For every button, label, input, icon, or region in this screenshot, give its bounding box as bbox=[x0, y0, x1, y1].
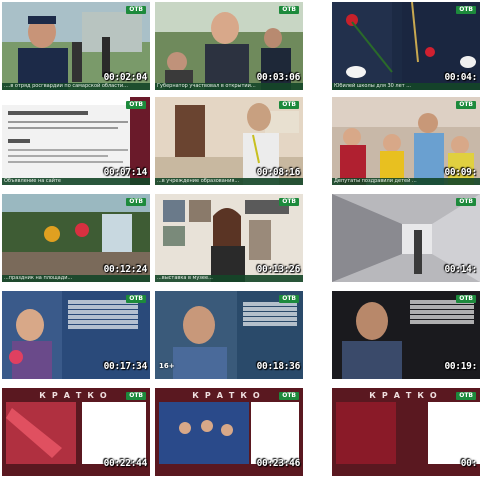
caption-bar: ...выставка в музее... bbox=[155, 275, 303, 282]
timecode: 00:04: bbox=[444, 72, 477, 83]
channel-logo: OTB bbox=[279, 392, 299, 400]
caption-bar: ....в отряд росгвардии по самарской обла… bbox=[2, 83, 150, 90]
channel-logo: OTB bbox=[279, 198, 299, 206]
channel-logo: OTB bbox=[279, 101, 299, 109]
thumbnail-3[interactable]: OTB 00:04: Юбилей школы для 30 лет ... bbox=[332, 2, 480, 90]
thumbnail-13[interactable]: КРАТКО OTB 00:22:44 bbox=[2, 388, 150, 476]
timecode: 00:14: bbox=[444, 264, 477, 275]
channel-logo: OTB bbox=[126, 6, 146, 14]
channel-logo: OTB bbox=[279, 6, 299, 14]
channel-logo: OTB bbox=[279, 295, 299, 303]
channel-logo: OTB bbox=[126, 101, 146, 109]
thumbnail-14[interactable]: КРАТКО OTB 00:23:46 bbox=[155, 388, 303, 476]
timecode: 00:08:16 bbox=[256, 167, 301, 178]
timecode: 00:03:06 bbox=[256, 72, 301, 83]
thumbnail-12[interactable]: OTB 00:19: bbox=[332, 291, 480, 379]
obituary-text bbox=[68, 299, 138, 330]
channel-logo: OTB bbox=[456, 198, 476, 206]
timecode: 00:22:44 bbox=[103, 458, 148, 469]
thumbnail-9[interactable]: OTB 00:14: bbox=[332, 194, 480, 282]
thumbnail-4[interactable]: OTB 00:07:14 Объявление на сайте bbox=[2, 97, 150, 185]
thumbnail-15[interactable]: КРАТКО OTB 00: bbox=[332, 388, 480, 476]
thumbnail-2[interactable]: OTB 00:03:06 Губернатор участвовал в отк… bbox=[155, 2, 303, 90]
caption-bar: ...праздник на площади... bbox=[2, 275, 150, 282]
channel-logo: OTB bbox=[126, 392, 146, 400]
thumbnail-10[interactable]: OTB 00:17:34 bbox=[2, 291, 150, 379]
channel-logo: OTB bbox=[126, 295, 146, 303]
channel-logo: OTB bbox=[126, 198, 146, 206]
channel-logo: OTB bbox=[456, 101, 476, 109]
thumbnail-11[interactable]: OTB 16+ 00:18:36 bbox=[155, 291, 303, 379]
obituary-text bbox=[243, 301, 297, 327]
video-thumbnail-grid: OTB 00:02:04 ....в отряд росгвардии по с… bbox=[0, 0, 480, 480]
timecode: 00:19: bbox=[444, 361, 477, 372]
thumbnail-7[interactable]: OTB 00:12:24 ...праздник на площади... bbox=[2, 194, 150, 282]
timecode: 00:23:46 bbox=[256, 458, 301, 469]
thumbnail-5[interactable]: OTB 00:08:16 ...в учреждение образования… bbox=[155, 97, 303, 185]
thumbnail-1[interactable]: OTB 00:02:04 ....в отряд росгвардии по с… bbox=[2, 2, 150, 90]
age-rating-badge: 16+ bbox=[159, 362, 175, 370]
caption-bar: Губернатор участвовал в открытии... bbox=[155, 83, 303, 90]
timecode: 00:07:14 bbox=[103, 167, 148, 178]
caption-bar: ...в учреждение образования... bbox=[155, 178, 303, 185]
timecode: 00:09: bbox=[444, 167, 477, 178]
channel-logo: OTB bbox=[456, 6, 476, 14]
caption-bar: Депутаты поздравили детей ... bbox=[332, 178, 480, 185]
timecode: 00:18:36 bbox=[256, 361, 301, 372]
caption-bar: Объявление на сайте bbox=[2, 178, 150, 185]
channel-logo: OTB bbox=[456, 295, 476, 303]
thumbnail-8[interactable]: OTB 00:13:26 ...выставка в музее... bbox=[155, 194, 303, 282]
timecode: 00:17:34 bbox=[103, 361, 148, 372]
thumbnail-6[interactable]: OTB 00:09: Депутаты поздравили детей ... bbox=[332, 97, 480, 185]
timecode: 00:13:26 bbox=[256, 264, 301, 275]
caption-bar: Юбилей школы для 30 лет ... bbox=[332, 83, 480, 90]
timecode: 00:02:04 bbox=[103, 72, 148, 83]
channel-logo: OTB bbox=[456, 392, 476, 400]
scene-kratko-blank bbox=[332, 388, 480, 476]
timecode: 00:12:24 bbox=[103, 264, 148, 275]
timecode: 00: bbox=[460, 458, 478, 469]
